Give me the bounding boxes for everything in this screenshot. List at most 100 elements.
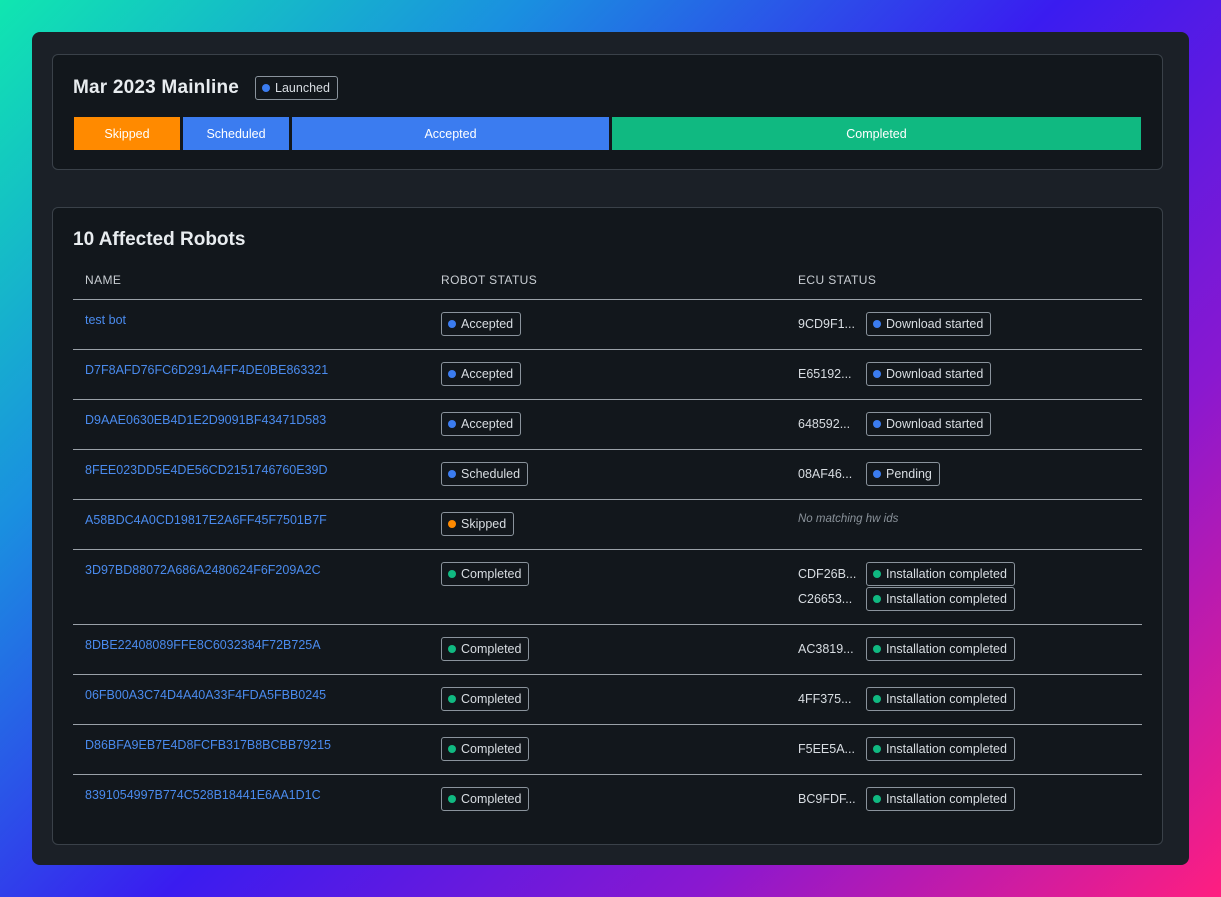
ecu-entry: C26653... Installation completed: [798, 587, 1015, 611]
ecu-status-label: Pending: [886, 467, 932, 481]
release-title: Mar 2023 Mainline: [73, 77, 240, 98]
ecu-id: 08AF46...: [798, 467, 853, 481]
status-dot-icon: [448, 695, 456, 703]
robot-name-link[interactable]: 06FB00A3C74D4A40A33F4FDA5FBB0245: [85, 688, 326, 702]
table-row: 3D97BD88072A686A2480624F6F209A2C Complete…: [73, 550, 1142, 625]
ecu-status-label: Download started: [886, 317, 984, 331]
robot-status-badge: Completed: [441, 687, 530, 711]
ecu-status-label: Installation completed: [886, 592, 1007, 606]
ecu-entry: CDF26B... Installation completed: [798, 562, 1015, 586]
robot-name-link[interactable]: D7F8AFD76FC6D291A4FF4DE0BE863321: [85, 363, 328, 377]
status-dot-icon: [873, 595, 881, 603]
release-status-label: Launched: [275, 81, 330, 95]
no-ecu-message: No matching hw ids: [798, 513, 899, 525]
ecu-entry: 9CD9F1... Download started: [798, 312, 992, 336]
ecu-status-badge: Download started: [866, 312, 992, 336]
progress-segment-completed: Completed: [612, 117, 1141, 150]
release-panel: Mar 2023 Mainline Launched Skipped Schedu…: [32, 32, 1189, 865]
ecu-id: 4FF375...: [798, 692, 852, 706]
ecu-entry: BC9FDF... Installation completed: [798, 787, 1015, 811]
robot-name-link[interactable]: D9AAE0630EB4D1E2D9091BF43471D583: [85, 413, 326, 427]
status-dot-icon: [873, 570, 881, 578]
status-dot-icon: [873, 795, 881, 803]
robot-status-badge: Completed: [441, 787, 530, 811]
progress-segment-accepted: Accepted: [292, 117, 609, 150]
ecu-id: C26653...: [798, 592, 853, 606]
status-dot-icon: [873, 320, 881, 328]
robot-status-badge: Accepted: [441, 362, 522, 386]
ecu-id: 648592...: [798, 417, 851, 431]
robot-status-badge: Skipped: [441, 512, 515, 536]
ecu-entry: AC3819... Installation completed: [798, 637, 1015, 661]
table-row: A58BDC4A0CD19817E2A6FF45F7501B7F Skipped N…: [73, 500, 1142, 550]
ecu-status-badge: Installation completed: [866, 737, 1015, 761]
progress-segment-scheduled: Scheduled: [183, 117, 289, 150]
robot-status-badge: Accepted: [441, 412, 522, 436]
robot-name-link[interactable]: 3D97BD88072A686A2480624F6F209A2C: [85, 563, 321, 577]
robot-status-label: Accepted: [461, 317, 514, 331]
robot-status-label: Accepted: [461, 417, 514, 431]
ecu-status-label: Download started: [886, 367, 984, 381]
release-status-badge: Launched: [255, 76, 338, 100]
robot-name-link[interactable]: D86BFA9EB7E4D8FCFB317B8BCBB79215: [85, 738, 331, 752]
status-dot-icon: [873, 745, 881, 753]
table-row: D86BFA9EB7E4D8FCFB317B8BCBB79215 Complete…: [73, 725, 1142, 775]
table-row: D7F8AFD76FC6D291A4FF4DE0BE863321 Accepted…: [73, 350, 1142, 400]
status-dot-icon: [873, 645, 881, 653]
ecu-status-badge: Installation completed: [866, 562, 1015, 586]
robot-status-label: Completed: [461, 692, 522, 706]
table-row: 8391054997B774C528B18441E6AA1D1C Complete…: [73, 775, 1142, 825]
robot-status-label: Completed: [461, 567, 522, 581]
status-dot-icon: [873, 470, 881, 478]
table-row: D9AAE0630EB4D1E2D9091BF43471D583 Accepted…: [73, 400, 1142, 450]
table-row: test bot Accepted 9CD9F1... Download starte…: [73, 300, 1142, 350]
ecu-entry: 648592... Download started: [798, 412, 992, 436]
robot-status-label: Completed: [461, 642, 522, 656]
progress-segment-skipped: Skipped: [74, 117, 180, 150]
rollout-progress-bar: Skipped Scheduled Accepted Completed: [74, 117, 1141, 151]
ecu-status-label: Installation completed: [886, 567, 1007, 581]
ecu-status-badge: Installation completed: [866, 587, 1015, 611]
ecu-status-badge: Installation completed: [866, 687, 1015, 711]
status-dot-icon: [873, 695, 881, 703]
robot-name-link[interactable]: 8FEE023DD5E4DE56CD2151746760E39D: [85, 463, 328, 477]
ecu-status-badge: Installation completed: [866, 637, 1015, 661]
status-dot-icon: [448, 370, 456, 378]
ecu-id: AC3819...: [798, 642, 854, 656]
ecu-id: E65192...: [798, 367, 852, 381]
robot-name-link[interactable]: A58BDC4A0CD19817E2A6FF45F7501B7F: [85, 513, 327, 527]
robot-status-label: Completed: [461, 792, 522, 806]
status-dot-icon: [448, 795, 456, 803]
table-row: 8DBE22408089FFE8C6032384F72B725A Complete…: [73, 625, 1142, 675]
status-dot-icon: [448, 645, 456, 653]
robot-name-link[interactable]: 8391054997B774C528B18441E6AA1D1C: [85, 788, 321, 802]
robot-status-label: Completed: [461, 742, 522, 756]
column-header-name: NAME: [85, 273, 122, 287]
robot-status-label: Accepted: [461, 367, 514, 381]
status-dot-icon: [873, 420, 881, 428]
ecu-status-badge: Pending: [866, 462, 940, 486]
column-header-ecu-status: ECU STATUS: [798, 273, 877, 287]
ecu-status-label: Installation completed: [886, 692, 1007, 706]
robot-status-badge: Completed: [441, 737, 530, 761]
ecu-id: F5EE5A...: [798, 742, 855, 756]
status-dot-icon: [448, 470, 456, 478]
status-dot-icon: [448, 420, 456, 428]
ecu-entry: 4FF375... Installation completed: [798, 687, 1015, 711]
robot-name-link[interactable]: test bot: [85, 313, 126, 327]
release-header: Mar 2023 Mainline Launched: [73, 76, 338, 100]
ecu-status-label: Installation completed: [886, 642, 1007, 656]
robot-name-link[interactable]: 8DBE22408089FFE8C6032384F72B725A: [85, 638, 321, 652]
column-header-robot-status: ROBOT STATUS: [441, 273, 538, 287]
ecu-status-badge: Download started: [866, 362, 992, 386]
ecu-id: CDF26B...: [798, 567, 857, 581]
ecu-status-label: Installation completed: [886, 792, 1007, 806]
robot-status-badge: Accepted: [441, 312, 522, 336]
ecu-status-badge: Installation completed: [866, 787, 1015, 811]
robot-status-label: Scheduled: [461, 467, 521, 481]
ecu-id: 9CD9F1...: [798, 317, 855, 331]
affected-robots-card: 10 Affected Robots NAME ROBOT STATUS ECU…: [52, 207, 1163, 845]
robot-status-badge: Completed: [441, 637, 530, 661]
ecu-id: BC9FDF...: [798, 792, 856, 806]
ecu-status-label: Download started: [886, 417, 984, 431]
